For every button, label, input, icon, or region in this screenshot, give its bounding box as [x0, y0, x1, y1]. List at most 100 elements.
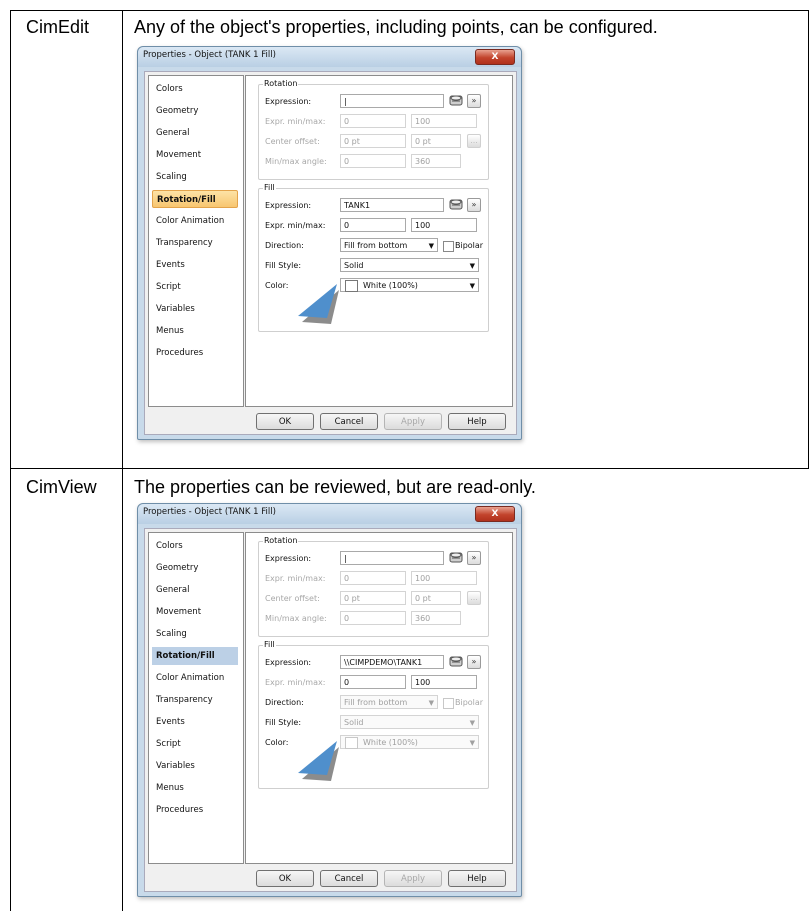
fill-style-select[interactable]: Solid ▼	[340, 715, 479, 729]
nav-item-scaling[interactable]: Scaling	[152, 168, 238, 186]
properties-dialog-editable: Properties - Object (TANK 1 Fill) X Colo…	[137, 46, 522, 440]
cancel-button[interactable]: Cancel	[320, 413, 378, 430]
bipolar-label: Bipolar	[455, 698, 484, 707]
nav-item-events[interactable]: Events	[152, 713, 238, 731]
apply-button[interactable]: Apply	[384, 413, 442, 430]
fill-color-select[interactable]: White (100%) ▼	[340, 278, 479, 292]
nav-item-transparency[interactable]: Transparency	[152, 691, 238, 709]
rotation-angle-max-input[interactable]: 360	[411, 154, 461, 168]
row-label-cimview: CimView	[26, 477, 97, 497]
nav-item-events[interactable]: Events	[152, 256, 238, 274]
apply-button[interactable]: Apply	[384, 870, 442, 887]
rotation-min-input[interactable]: 0	[340, 571, 406, 585]
fill-max-input[interactable]: 100	[411, 218, 477, 232]
fill-style-select[interactable]: Solid ▼	[340, 258, 479, 272]
fill-color-select[interactable]: White (100%) ▼	[340, 735, 479, 749]
fill-expression-input[interactable]: \\CIMPDEMO\TANK1	[340, 655, 444, 669]
rotation-expression-input[interactable]: |	[340, 94, 444, 108]
fill-min-input[interactable]: 0	[340, 675, 406, 689]
nav-item-rotation-fill[interactable]: Rotation/Fill	[152, 190, 238, 208]
fill-expression-input[interactable]: TANK1	[340, 198, 444, 212]
database-browse-icon[interactable]	[449, 198, 463, 211]
help-button[interactable]: Help	[448, 870, 506, 887]
fill-group: Fill Expression: TANK1 » Expr. min/max: …	[258, 183, 489, 332]
fill-expression-arrow-button[interactable]: »	[467, 655, 481, 669]
chevron-down-icon: ▼	[428, 242, 434, 250]
nav-item-transparency[interactable]: Transparency	[152, 234, 238, 252]
nav-item-menus[interactable]: Menus	[152, 779, 238, 797]
nav-item-colors[interactable]: Colors	[152, 80, 238, 98]
dialog-titlebar: Properties - Object (TANK 1 Fill) X	[138, 504, 521, 524]
nav-item-geometry[interactable]: Geometry	[152, 102, 238, 120]
fill-direction-value: Fill from bottom	[344, 241, 408, 250]
rotation-center-y-input[interactable]: 0 pt	[411, 134, 461, 148]
cancel-button[interactable]: Cancel	[320, 870, 378, 887]
nav-item-menus[interactable]: Menus	[152, 322, 238, 340]
bipolar-label: Bipolar	[455, 241, 484, 250]
nav-item-rotation-fill[interactable]: Rotation/Fill	[152, 647, 238, 665]
fill-direction-select[interactable]: Fill from bottom ▼	[340, 695, 438, 709]
rotation-angle-min-input[interactable]: 0	[340, 154, 406, 168]
nav-item-variables[interactable]: Variables	[152, 757, 238, 775]
properties-panel: Rotation Expression: | » Expr. min/max: …	[245, 532, 513, 864]
rotation-expression-arrow-button[interactable]: »	[467, 551, 481, 565]
fill-group: Fill Expression: \\CIMPDEMO\TANK1 » Expr…	[258, 640, 489, 789]
chevron-down-icon: ▼	[469, 739, 475, 747]
help-button[interactable]: Help	[448, 413, 506, 430]
nav-item-scaling[interactable]: Scaling	[152, 625, 238, 643]
nav-item-script[interactable]: Script	[152, 278, 238, 296]
rotation-center-x-input[interactable]: 0 pt	[340, 591, 406, 605]
nav-item-variables[interactable]: Variables	[152, 300, 238, 318]
table-border	[10, 468, 809, 469]
fill-color-value: White (100%)	[363, 738, 418, 747]
rotation-min-input[interactable]: 0	[340, 114, 406, 128]
nav-item-geometry[interactable]: Geometry	[152, 559, 238, 577]
dialog-title: Properties - Object (TANK 1 Fill)	[143, 507, 276, 517]
bipolar-checkbox[interactable]	[443, 241, 454, 252]
rotation-expression-input[interactable]: |	[340, 551, 444, 565]
nav-item-general[interactable]: General	[152, 124, 238, 142]
fill-expression-arrow-button[interactable]: »	[467, 198, 481, 212]
ok-button[interactable]: OK	[256, 870, 314, 887]
ok-button[interactable]: OK	[256, 413, 314, 430]
rotation-center-browse-button[interactable]: ...	[467, 134, 481, 148]
rotation-expression-arrow-button[interactable]: »	[467, 94, 481, 108]
database-browse-icon[interactable]	[449, 551, 463, 564]
rotation-angle-min-input[interactable]: 0	[340, 611, 406, 625]
property-category-list: Colors Geometry General Movement Scaling…	[148, 75, 244, 407]
nav-item-procedures[interactable]: Procedures	[152, 344, 238, 362]
fill-max-input[interactable]: 100	[411, 675, 477, 689]
rotation-angle-max-input[interactable]: 360	[411, 611, 461, 625]
nav-item-color-animation[interactable]: Color Animation	[152, 212, 238, 230]
fill-min-input[interactable]: 0	[340, 218, 406, 232]
rotation-center-y-input[interactable]: 0 pt	[411, 591, 461, 605]
fill-color-value: White (100%)	[363, 281, 418, 290]
fill-group-label: Fill	[263, 183, 276, 192]
rotation-center-x-input[interactable]: 0 pt	[340, 134, 406, 148]
close-button[interactable]: X	[475, 49, 515, 65]
nav-item-colors[interactable]: Colors	[152, 537, 238, 555]
fill-direction-select[interactable]: Fill from bottom ▼	[340, 238, 438, 252]
nav-item-color-animation[interactable]: Color Animation	[152, 669, 238, 687]
nav-item-general[interactable]: General	[152, 581, 238, 599]
dialog-titlebar: Properties - Object (TANK 1 Fill) X	[138, 47, 521, 67]
close-button[interactable]: X	[475, 506, 515, 522]
database-browse-icon[interactable]	[449, 655, 463, 668]
nav-item-script[interactable]: Script	[152, 735, 238, 753]
rotation-max-input[interactable]: 100	[411, 571, 477, 585]
nav-item-movement[interactable]: Movement	[152, 603, 238, 621]
database-browse-icon[interactable]	[449, 94, 463, 107]
row-label-cimedit: CimEdit	[26, 17, 90, 37]
rotation-center-browse-button[interactable]: ...	[467, 591, 481, 605]
fill-group-label: Fill	[263, 640, 276, 649]
fill-minmax-label: Expr. min/max:	[265, 678, 326, 687]
nav-item-procedures[interactable]: Procedures	[152, 801, 238, 819]
table-border	[122, 10, 123, 911]
rotation-max-input[interactable]: 100	[411, 114, 477, 128]
table-border	[10, 10, 11, 468]
rotation-group-label: Rotation	[263, 536, 299, 545]
nav-item-movement[interactable]: Movement	[152, 146, 238, 164]
chevron-down-icon: ▼	[469, 719, 475, 727]
bipolar-checkbox[interactable]	[443, 698, 454, 709]
rotation-angle-label: Min/max angle:	[265, 157, 327, 166]
